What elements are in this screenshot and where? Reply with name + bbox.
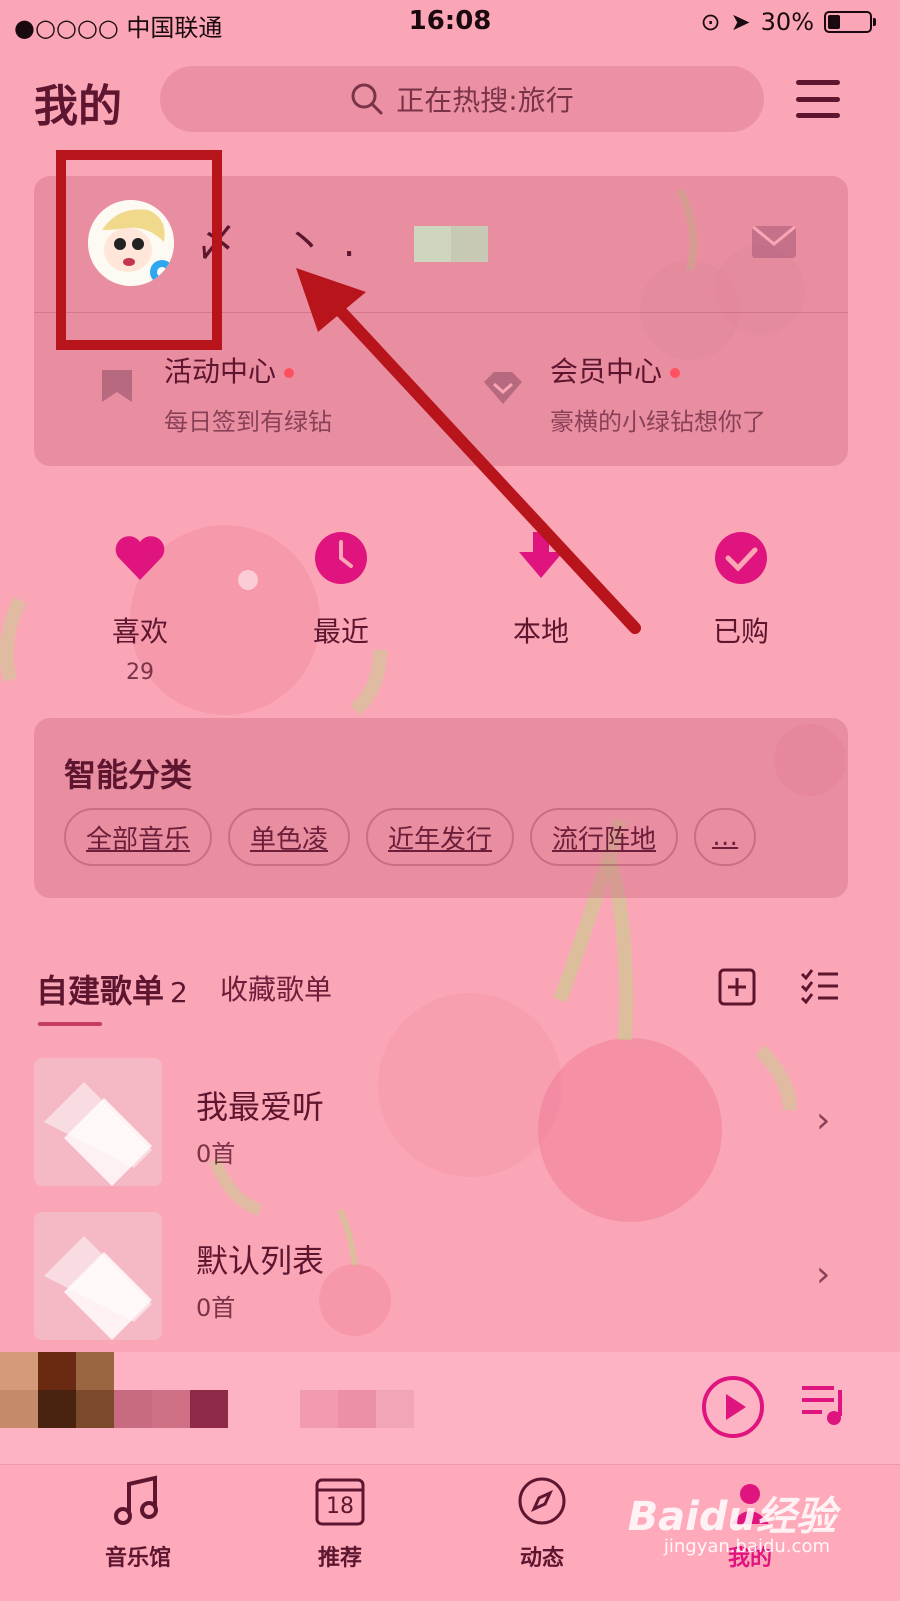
- annotation-arrow: [296, 268, 641, 634]
